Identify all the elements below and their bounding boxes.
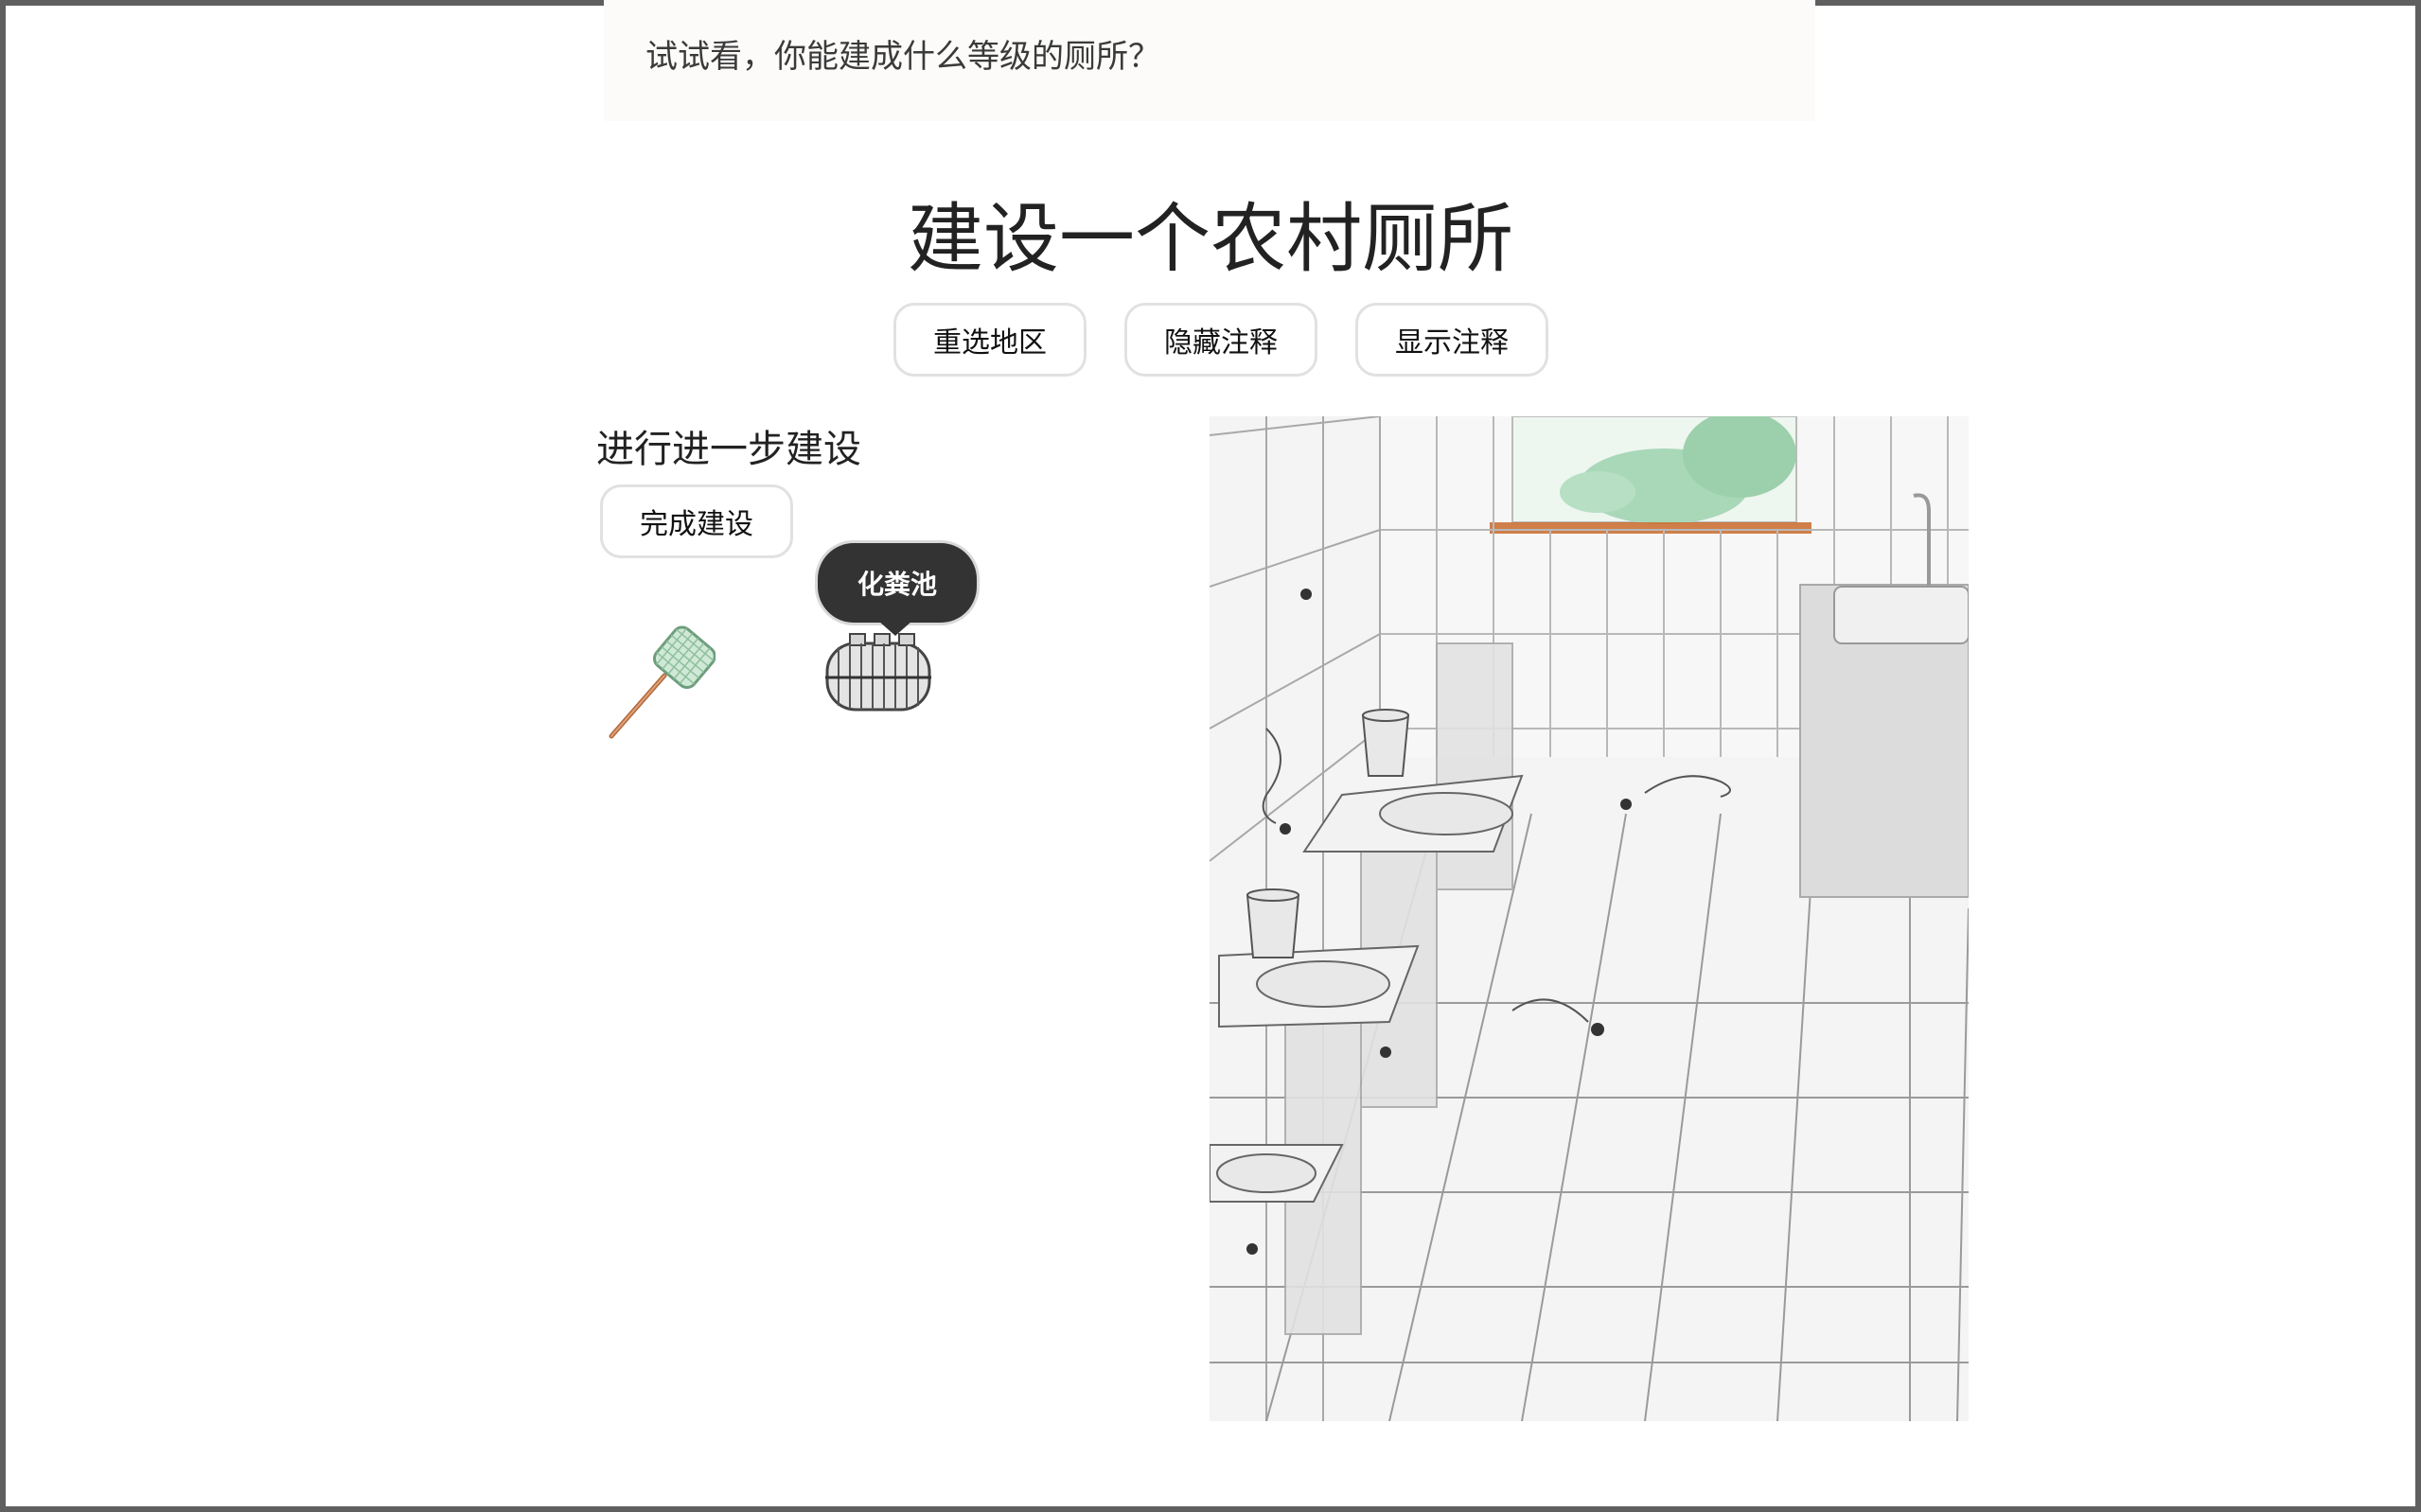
intro-card: 试试看，你能建成什么等级的厕所？ bbox=[604, 0, 1815, 121]
intro-text: 试试看，你能建成什么等级的厕所？ bbox=[645, 38, 1160, 76]
toilet-scene-illustration bbox=[1209, 411, 1970, 1425]
septic-tank-tooltip: 化粪池 bbox=[818, 543, 977, 623]
septic-tank-icon[interactable] bbox=[822, 628, 935, 727]
flyswatter-icon[interactable] bbox=[602, 621, 716, 747]
reselect-region-button[interactable]: 重选地区 bbox=[893, 303, 1087, 377]
page-title: 建设一个农村厕所 bbox=[908, 195, 1513, 283]
show-notes-button[interactable]: 显示注释 bbox=[1355, 303, 1548, 377]
build-heading: 进行进一步建设 bbox=[596, 428, 861, 471]
hide-notes-button[interactable]: 隐藏注释 bbox=[1124, 303, 1317, 377]
finish-build-button[interactable]: 完成建设 bbox=[600, 484, 793, 558]
